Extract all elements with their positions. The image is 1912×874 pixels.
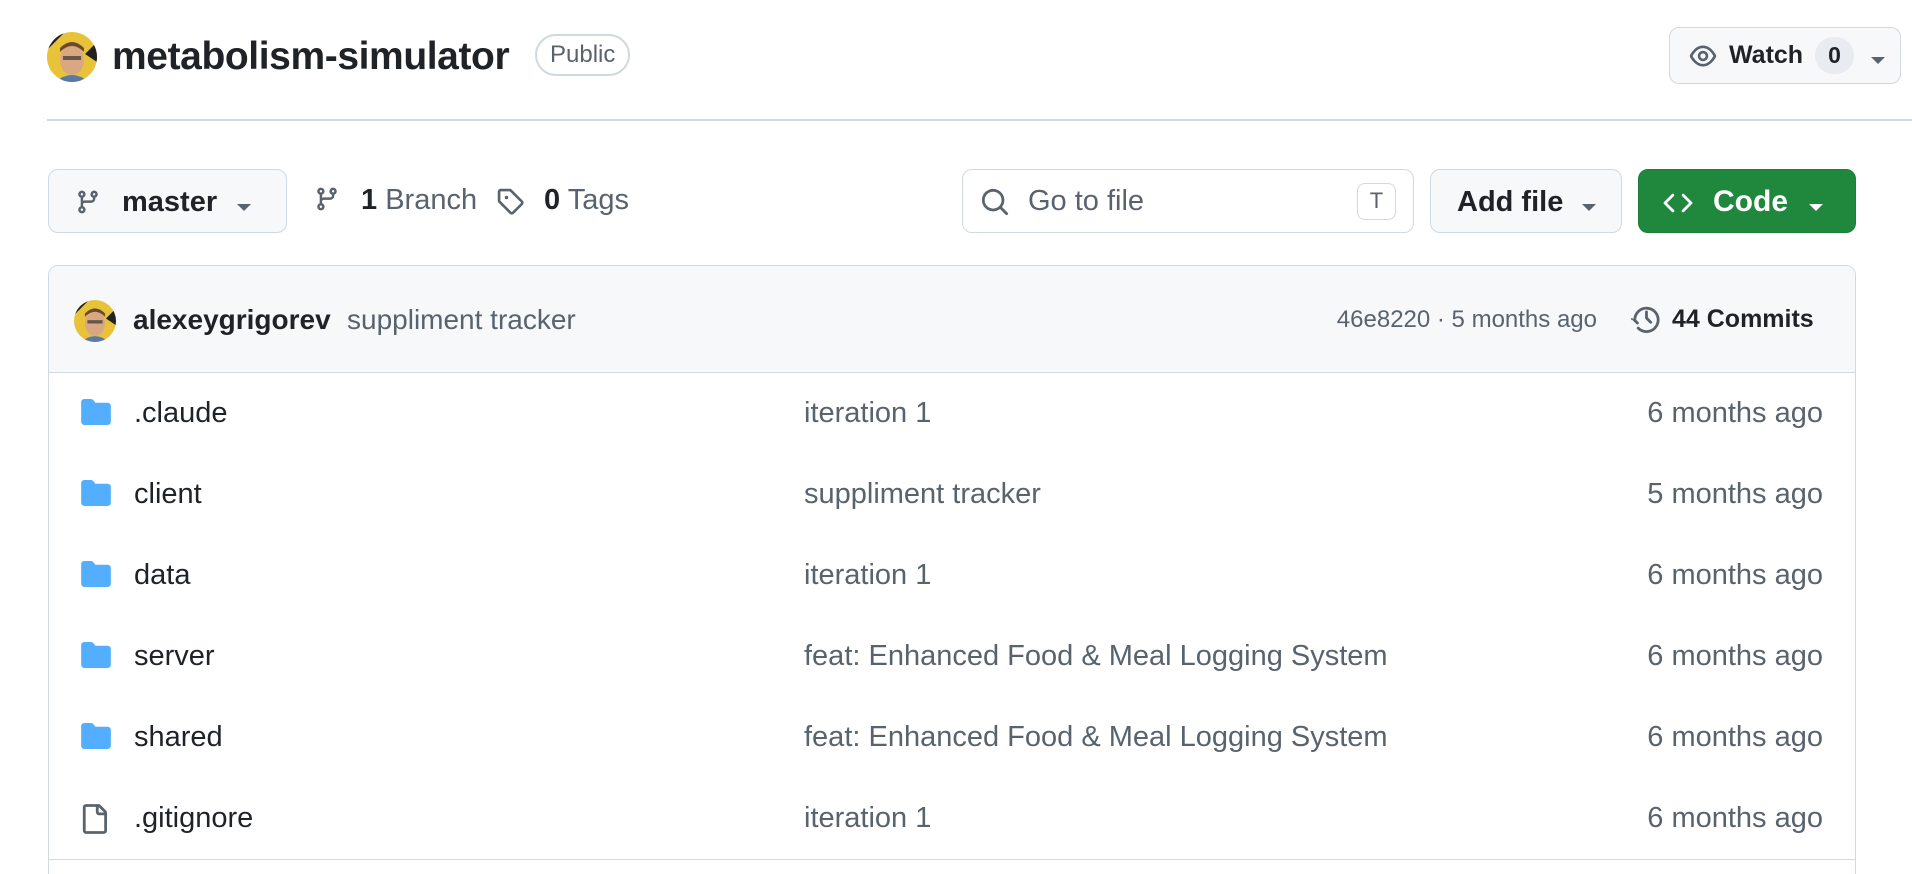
commit-message[interactable]: suppliment tracker	[347, 304, 576, 336]
keyboard-shortcut-hint: T	[1357, 183, 1396, 220]
branch-count: 1	[361, 184, 378, 216]
file-commit-date: 6 months ago	[1647, 397, 1823, 429]
search-input[interactable]	[1028, 182, 1328, 220]
code-icon	[1663, 190, 1693, 221]
branch-count-label: Branch	[385, 184, 478, 216]
branch-selector-button[interactable]: master	[48, 169, 287, 233]
commit-hash-and-time[interactable]: 46e8220 · 5 months ago	[1337, 306, 1597, 334]
file-commit-date: 6 months ago	[1647, 559, 1823, 591]
branch-name: master	[122, 186, 218, 218]
code-button[interactable]: Code	[1638, 169, 1856, 233]
chevron-down-icon	[1870, 52, 1886, 70]
folder-icon	[81, 399, 111, 430]
folder-icon	[81, 561, 111, 592]
table-row[interactable]: .claude iteration 1 6 months ago	[49, 373, 1855, 455]
repo-header: metabolism-simulator Public	[47, 30, 1912, 90]
file-name[interactable]: data	[134, 559, 190, 592]
commit-author[interactable]: alexeygrigorev	[133, 304, 331, 336]
file-commit-message[interactable]: iteration 1	[804, 559, 931, 592]
watch-button[interactable]: Watch 0	[1669, 27, 1901, 84]
visibility-badge: Public	[535, 34, 631, 76]
file-listing: alexeygrigorev suppliment tracker 46e822…	[48, 265, 1856, 874]
commit-author-avatar[interactable]	[74, 300, 116, 342]
file-commit-message[interactable]: suppliment tracker	[804, 478, 1041, 511]
table-row[interactable]: server feat: Enhanced Food & Meal Logging…	[49, 616, 1855, 698]
git-branch-icon	[75, 189, 101, 220]
chevron-down-icon	[1808, 199, 1824, 217]
file-commit-date: 6 months ago	[1647, 802, 1823, 834]
search-icon	[980, 187, 1010, 222]
eye-icon	[1688, 42, 1718, 75]
file-commit-message[interactable]: iteration 1	[804, 802, 931, 835]
history-icon	[1630, 303, 1661, 338]
add-file-label: Add file	[1457, 186, 1564, 218]
watch-label: Watch	[1729, 41, 1804, 69]
table-row[interactable]: client suppliment tracker 5 months ago	[49, 454, 1855, 536]
file-commit-date: 6 months ago	[1647, 640, 1823, 672]
file-commit-message[interactable]: iteration 1	[804, 397, 931, 430]
commits-count-link[interactable]: 44 Commits	[1672, 305, 1814, 334]
folder-icon	[81, 723, 111, 754]
go-to-file-search[interactable]: T	[962, 169, 1414, 233]
table-row[interactable]: data iteration 1 6 months ago	[49, 535, 1855, 617]
watch-count: 0	[1815, 37, 1854, 74]
add-file-button[interactable]: Add file	[1430, 169, 1622, 233]
file-name[interactable]: .claude	[134, 397, 228, 430]
header-divider	[47, 119, 1912, 121]
file-commit-date: 5 months ago	[1647, 478, 1823, 510]
file-name[interactable]: .gitignore	[134, 802, 253, 835]
tag-count: 0	[544, 184, 561, 216]
git-branch-icon	[314, 186, 340, 217]
file-name[interactable]: shared	[134, 721, 223, 754]
chevron-down-icon	[236, 199, 252, 217]
file-icon	[81, 804, 107, 839]
repo-name[interactable]: metabolism-simulator	[112, 35, 510, 79]
latest-commit-bar: alexeygrigorev suppliment tracker 46e822…	[49, 266, 1855, 373]
file-name[interactable]: client	[134, 478, 202, 511]
file-commit-date: 6 months ago	[1647, 721, 1823, 753]
file-commit-message[interactable]: feat: Enhanced Food & Meal Logging Syste…	[804, 640, 1388, 673]
owner-avatar[interactable]	[47, 32, 97, 82]
tag-icon	[496, 187, 524, 220]
chevron-down-icon	[1581, 199, 1597, 217]
code-label: Code	[1713, 185, 1788, 218]
folder-icon	[81, 480, 111, 511]
file-commit-message[interactable]: feat: Enhanced Food & Meal Logging Syste…	[804, 721, 1388, 754]
tag-count-label: Tags	[567, 184, 629, 216]
folder-icon	[81, 642, 111, 673]
file-name[interactable]: server	[134, 640, 215, 673]
table-row[interactable]: .gitignore iteration 1 6 months ago	[49, 778, 1855, 860]
table-row[interactable]: shared feat: Enhanced Food & Meal Logging…	[49, 697, 1855, 779]
